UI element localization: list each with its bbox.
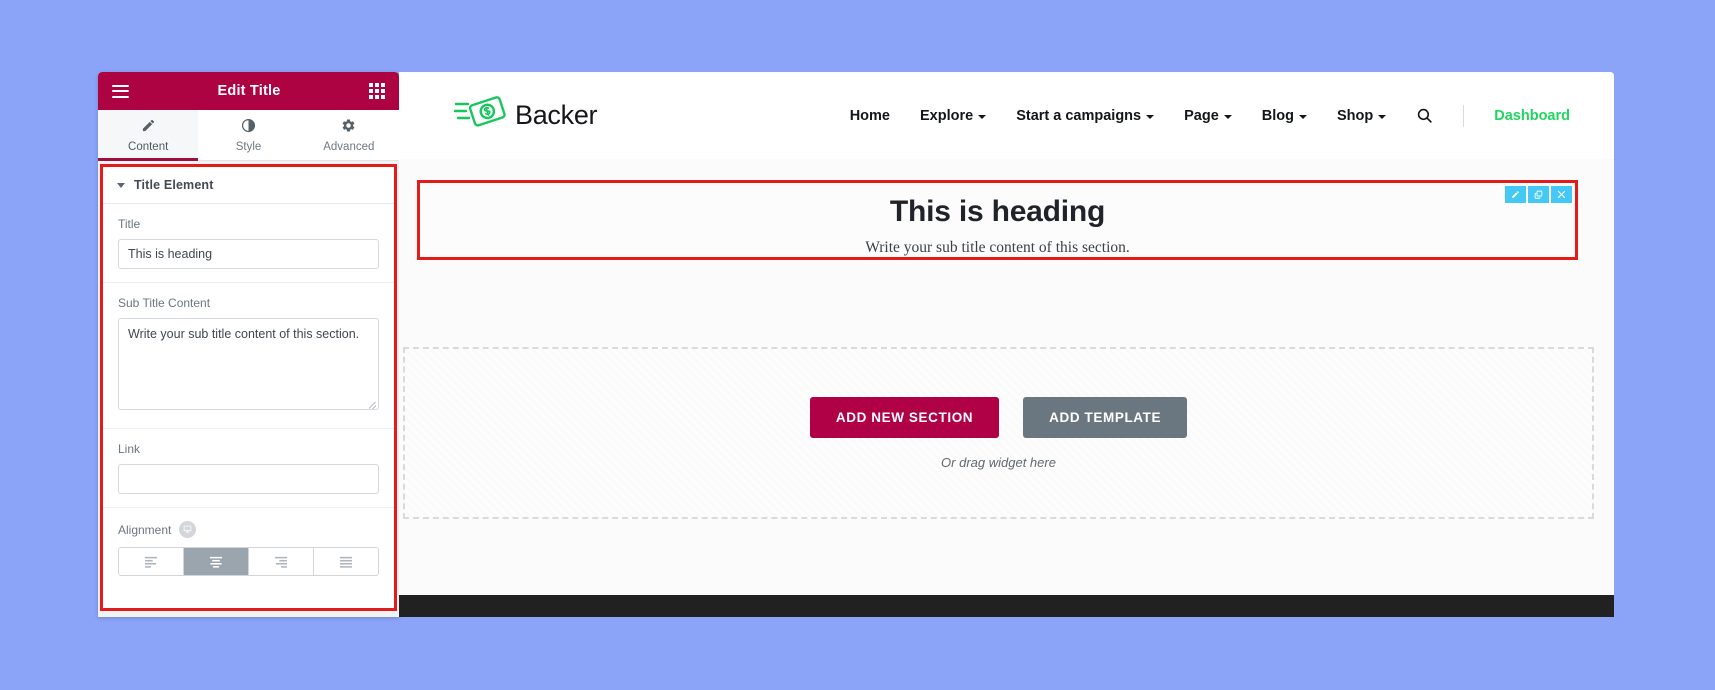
chevron-down-icon [1378, 114, 1387, 119]
tab-content-label: Content [128, 141, 169, 153]
alignment-button-group [118, 547, 379, 576]
section-title-label: Title Element [134, 178, 214, 192]
add-template-button[interactable]: ADD TEMPLATE [1023, 396, 1188, 438]
panel-content-area: Title Element Title Sub Title Content Li… [100, 164, 397, 611]
nav-item-start-a-campaigns-label: Start a campaigns [1016, 107, 1142, 124]
preview-canvas: Backer Home Explore Start a campaigns Pa… [399, 72, 1614, 617]
flying-money-icon [453, 95, 506, 136]
dashboard-link[interactable]: Dashboard [1494, 108, 1570, 124]
panel-header: Edit Title [98, 72, 399, 110]
nav-divider [1463, 104, 1465, 127]
widget-subheading-text: Write your sub title content of this sec… [865, 239, 1130, 256]
caret-down-icon [117, 182, 125, 188]
section-title-element[interactable]: Title Element [103, 167, 394, 204]
duplicate-widget-button[interactable] [1528, 186, 1549, 203]
nav-item-shop[interactable]: Shop [1337, 107, 1387, 124]
dropzone-buttons: ADD NEW SECTION ADD TEMPLATE [809, 396, 1188, 438]
alignment-label: Alignment [118, 522, 172, 537]
site-header: Backer Home Explore Start a campaigns Pa… [399, 72, 1614, 159]
add-new-section-button[interactable]: ADD NEW SECTION [809, 396, 1000, 438]
nav-item-explore-label: Explore [920, 107, 974, 124]
nav-item-page-label: Page [1184, 107, 1219, 124]
widget-heading-text: This is heading [889, 195, 1106, 228]
nav-item-home[interactable]: Home [850, 108, 890, 124]
tab-advanced[interactable]: Advanced [298, 110, 399, 160]
grid-apps-icon[interactable] [369, 83, 385, 99]
align-right-button[interactable] [249, 548, 314, 575]
widget-toolbar [1505, 186, 1572, 203]
brand-name: Backer [515, 100, 598, 130]
site-nav: Home Explore Start a campaigns Page Blog… [850, 104, 1570, 127]
link-input[interactable] [118, 464, 379, 494]
align-left-button[interactable] [119, 548, 184, 575]
nav-item-blog[interactable]: Blog [1262, 108, 1307, 124]
contrast-icon [198, 118, 298, 136]
desktop-monitor-icon[interactable] [179, 521, 197, 538]
link-label: Link [118, 442, 141, 456]
chevron-down-icon [1299, 114, 1307, 119]
field-alignment: Alignment [103, 508, 394, 589]
chevron-down-icon [1223, 114, 1232, 119]
nav-item-explore[interactable]: Explore [920, 107, 987, 124]
editor-panel: Edit Title Content Style Advanced Title … [98, 72, 399, 617]
search-icon[interactable] [1416, 107, 1433, 124]
gear-icon [299, 118, 399, 136]
subtitle-label: Sub Title Content [118, 296, 211, 310]
canvas-body: This is heading Write your sub title con… [399, 159, 1614, 617]
heading-widget-selected[interactable]: This is heading Write your sub title con… [417, 180, 1578, 260]
tab-advanced-label: Advanced [323, 141, 375, 153]
chevron-down-icon [1146, 114, 1155, 119]
field-subtitle: Sub Title Content [103, 283, 394, 429]
hamburger-icon[interactable] [112, 84, 129, 98]
nav-item-start-a-campaigns[interactable]: Start a campaigns [1016, 107, 1155, 124]
add-section-dropzone[interactable]: ADD NEW SECTION ADD TEMPLATE Or drag wid… [403, 347, 1594, 519]
align-justify-button[interactable] [314, 548, 378, 575]
tab-style[interactable]: Style [198, 110, 299, 160]
site-footer [399, 595, 1614, 617]
title-input[interactable] [118, 239, 379, 269]
nav-item-home-label: Home [849, 107, 890, 124]
nav-item-blog-label: Blog [1261, 107, 1294, 124]
panel-title: Edit Title [217, 83, 281, 99]
field-title: Title [103, 204, 394, 283]
site-brand[interactable]: Backer [453, 95, 598, 136]
title-label: Title [118, 217, 141, 231]
delete-widget-button[interactable] [1551, 186, 1572, 203]
subtitle-textarea[interactable] [118, 318, 379, 410]
tab-content[interactable]: Content [98, 110, 199, 161]
edit-widget-button[interactable] [1505, 186, 1526, 203]
nav-item-page[interactable]: Page [1184, 108, 1232, 124]
align-center-button[interactable] [184, 548, 249, 575]
field-link: Link [103, 429, 394, 508]
tab-style-label: Style [235, 141, 262, 153]
panel-tabs: Content Style Advanced [98, 110, 399, 161]
pencil-icon [98, 118, 198, 136]
drag-widget-hint: Or drag widget here [941, 454, 1056, 470]
nav-item-shop-label: Shop [1337, 107, 1374, 124]
chevron-down-icon [978, 114, 987, 119]
